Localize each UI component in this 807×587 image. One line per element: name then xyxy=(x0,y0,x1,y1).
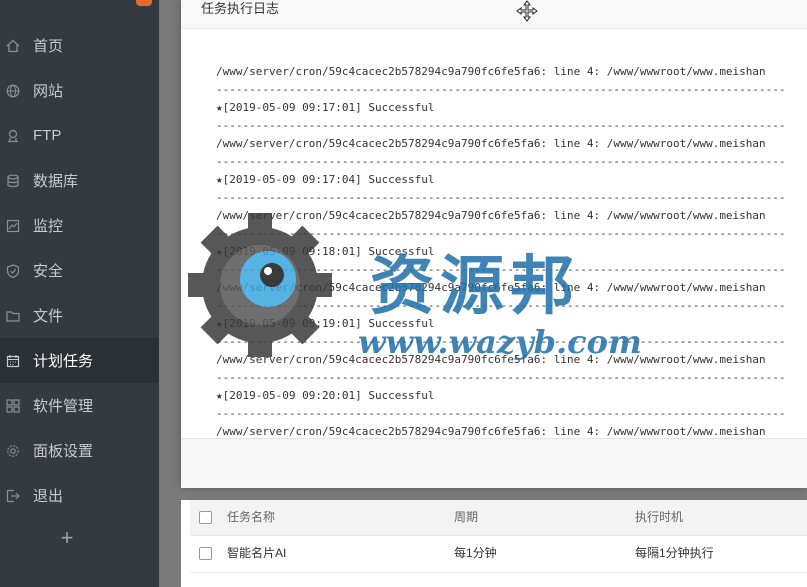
sidebar-item-label: FTP xyxy=(33,127,62,144)
log-line: ★[2019-05-09 09:17:01] Successful xyxy=(216,101,435,114)
log-line: /www/server/cron/59c4cacec2b578294c9a790… xyxy=(216,65,766,78)
sidebar-item-label: 网站 xyxy=(33,83,64,100)
sidebar-item-security[interactable]: 安全 xyxy=(0,248,159,293)
log-line: ★[2019-05-09 09:17:04] Successful xyxy=(216,173,435,186)
monitor-icon xyxy=(6,219,20,233)
sidebar-item-label: 数据库 xyxy=(33,173,79,190)
watermark: 资源邦 www.wazyb.com xyxy=(180,205,642,375)
sidebar-item-label: 监控 xyxy=(33,218,64,235)
logout-icon xyxy=(6,489,20,503)
globe-icon xyxy=(6,84,20,98)
folder-icon xyxy=(6,309,20,323)
sidebar-item-settings[interactable]: 面板设置 xyxy=(0,428,159,473)
task-period-cell: 每1分钟 xyxy=(454,546,497,560)
log-line: ★[2019-05-09 09:20:01] Successful xyxy=(216,389,435,402)
task-timing-cell: 每隔1分钟执行 xyxy=(635,546,714,560)
gear-icon xyxy=(6,444,20,458)
sidebar-item-home[interactable]: 首页 xyxy=(0,23,159,68)
home-icon xyxy=(6,39,20,53)
table-row[interactable]: 智能名片AI 每1分钟 每隔1分钟执行 xyxy=(190,536,807,573)
log-line: ----------------------------------------… xyxy=(216,119,786,132)
shield-icon xyxy=(6,263,20,278)
sidebar-item-label: 计划任务 xyxy=(33,353,94,370)
sidebar-item-label: 退出 xyxy=(33,488,64,505)
sidebar-item-logout[interactable]: 退出 xyxy=(0,473,159,518)
column-header-timing[interactable]: 执行时机 xyxy=(635,500,683,535)
sidebar-item-files[interactable]: 文件 xyxy=(0,293,159,338)
log-line: ----------------------------------------… xyxy=(216,83,786,96)
log-line: ----------------------------------------… xyxy=(216,155,786,168)
log-line: /www/server/cron/59c4cacec2b578294c9a790… xyxy=(216,425,766,438)
notification-badge[interactable] xyxy=(136,0,152,6)
sidebar-item-label: 首页 xyxy=(33,38,64,55)
table-header: 任务名称 周期 执行时机 xyxy=(190,500,807,536)
watermark-gear-logo xyxy=(188,213,332,357)
ftp-icon xyxy=(6,129,20,143)
modal-header[interactable]: 任务执行日志 xyxy=(181,0,807,29)
task-table: 任务名称 周期 执行时机 智能名片AI 每1分钟 每隔1分钟执行 xyxy=(181,500,807,587)
sidebar-item-label: 软件管理 xyxy=(33,398,94,415)
sidebar-item-database[interactable]: 数据库 xyxy=(0,158,159,203)
database-icon xyxy=(6,174,20,188)
sidebar-item-monitor[interactable]: 监控 xyxy=(0,203,159,248)
add-menu-button[interactable]: + xyxy=(56,524,78,552)
move-cursor-icon xyxy=(516,0,538,22)
watermark-url: www.wazyb.com xyxy=(358,323,642,361)
column-header-name[interactable]: 任务名称 xyxy=(227,500,275,535)
sidebar-header xyxy=(0,0,159,18)
calendar-icon xyxy=(6,354,20,368)
column-header-period[interactable]: 周期 xyxy=(454,500,478,535)
watermark-text: 资源邦 xyxy=(370,249,580,324)
log-line: /www/server/cron/59c4cacec2b578294c9a790… xyxy=(216,137,766,150)
sidebar-item-label: 安全 xyxy=(33,263,64,280)
sidebar-item-website[interactable]: 网站 xyxy=(0,68,159,113)
sidebar-item-cron[interactable]: 计划任务 xyxy=(0,338,159,383)
row-checkbox[interactable] xyxy=(199,547,212,560)
modal-footer xyxy=(181,438,807,488)
sidebar-item-ftp[interactable]: FTP xyxy=(0,113,159,158)
modal-title: 任务执行日志 xyxy=(201,1,280,16)
sidebar: 首页 网站 FTP 数据库 监控 安全 文件 计划任务 软件管理 面板设置 退出… xyxy=(0,0,159,587)
sidebar-item-software[interactable]: 软件管理 xyxy=(0,383,159,428)
sidebar-item-label: 面板设置 xyxy=(33,443,94,460)
sidebar-item-label: 文件 xyxy=(33,308,64,325)
apps-icon xyxy=(6,398,20,413)
select-all-checkbox[interactable] xyxy=(199,511,212,524)
log-line: ----------------------------------------… xyxy=(216,407,786,420)
task-name-cell: 智能名片AI xyxy=(227,546,287,560)
